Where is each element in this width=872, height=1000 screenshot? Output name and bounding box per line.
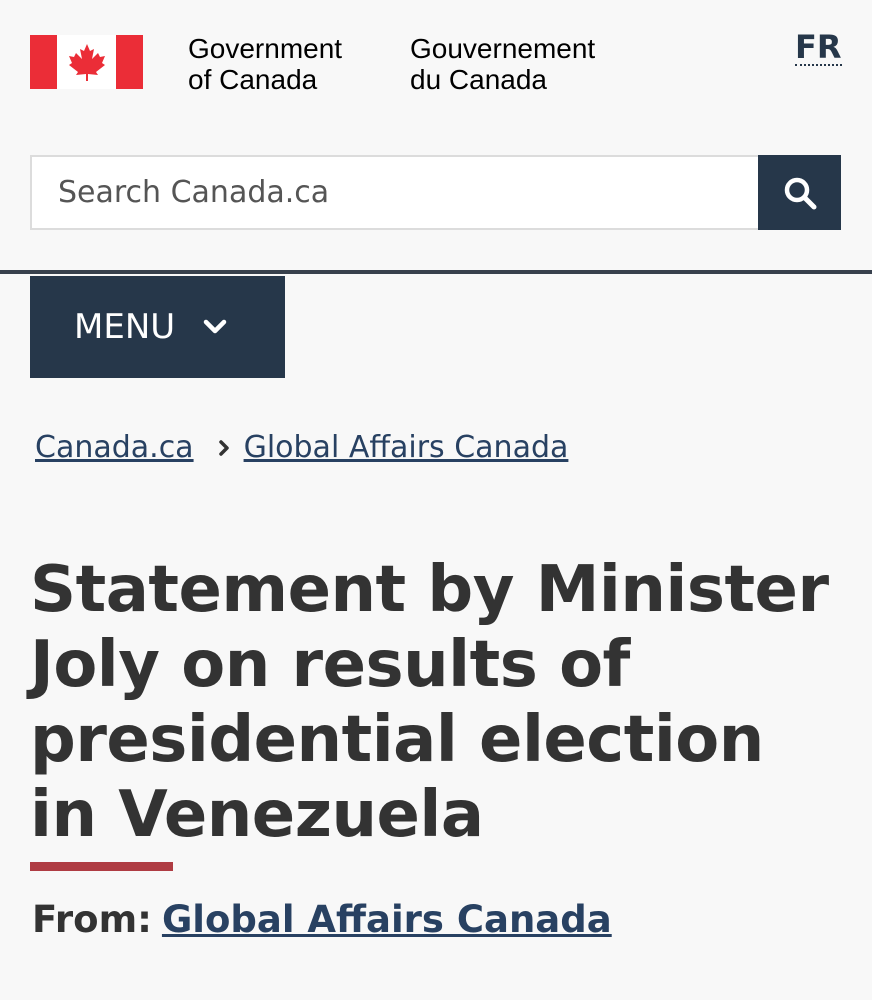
signature-fr-line1: Gouvernement (410, 33, 596, 64)
language-toggle-link[interactable]: FR (795, 30, 842, 66)
canada-flag-icon[interactable] (30, 35, 143, 89)
signature-en-line2: of Canada (188, 64, 318, 95)
search-input[interactable] (30, 155, 759, 230)
from-label: From: (32, 898, 152, 941)
site-header: Government of Canada Gouvernement du Can… (0, 0, 872, 270)
chevron-right-icon (218, 439, 230, 457)
signature-french: Gouvernement du Canada (410, 33, 595, 95)
signature-english: Government of Canada (188, 33, 342, 95)
page-title: Statement by Minister Joly on results of… (30, 553, 829, 852)
breadcrumb: Canada.ca Global Affairs Canada (35, 430, 568, 465)
breadcrumb-link-canada[interactable]: Canada.ca (35, 430, 194, 465)
from-department-link[interactable]: Global Affairs Canada (162, 898, 612, 941)
search-icon (784, 177, 817, 209)
chevron-down-icon (203, 319, 227, 335)
header-divider (0, 270, 872, 274)
signature-en-line1: Government (188, 33, 343, 64)
title-underline (30, 862, 173, 871)
menu-label: MENU (74, 307, 176, 347)
search-form (30, 155, 841, 230)
maple-leaf-icon (68, 44, 105, 81)
search-button[interactable] (758, 155, 841, 230)
breadcrumb-link-global-affairs[interactable]: Global Affairs Canada (244, 430, 569, 465)
signature-fr-line2: du Canada (410, 64, 548, 95)
menu-button[interactable]: MENU (30, 276, 285, 378)
from-line: From: Global Affairs Canada (32, 898, 612, 941)
